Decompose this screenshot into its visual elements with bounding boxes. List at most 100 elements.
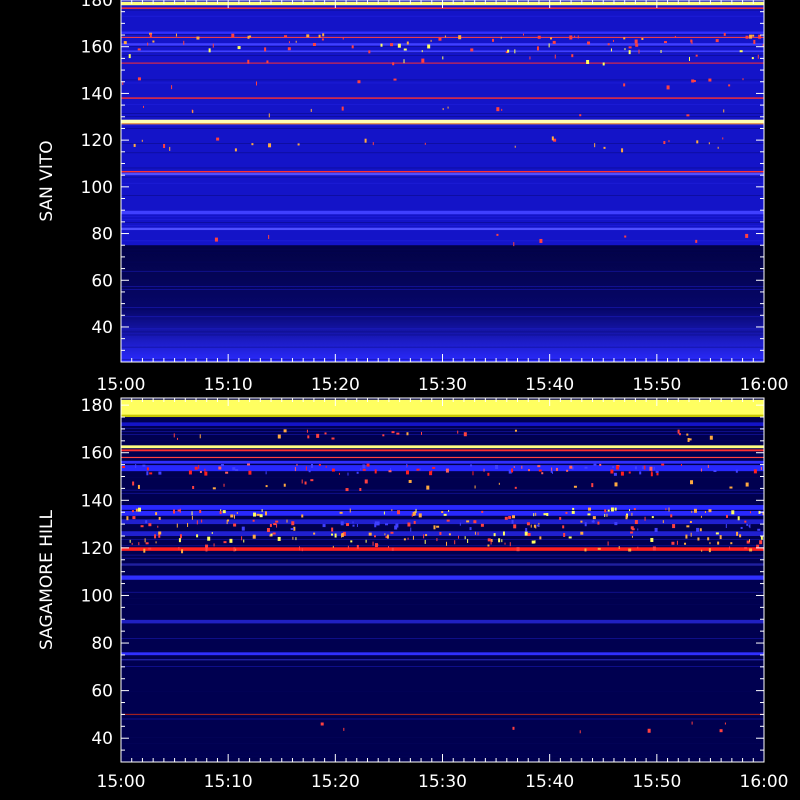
speckle: [418, 513, 422, 518]
speckle: [539, 238, 543, 243]
speckle: [602, 62, 605, 66]
speckle: [492, 38, 495, 42]
speckle: [146, 471, 149, 476]
speckle: [131, 510, 134, 513]
speckle: [305, 466, 307, 471]
band: [121, 505, 764, 510]
speckle: [717, 541, 720, 545]
speckle: [599, 463, 602, 466]
speckle: [638, 49, 640, 54]
speckle: [149, 472, 153, 475]
speckle: [612, 466, 615, 469]
speckle: [383, 511, 385, 515]
band: [121, 172, 764, 176]
speckle: [693, 508, 697, 513]
speckle: [318, 463, 321, 466]
speckle: [368, 50, 371, 54]
speckle: [388, 470, 392, 473]
x-tick-label: 15:20: [311, 375, 360, 395]
texture-line: [121, 143, 764, 144]
speckle: [403, 59, 405, 64]
speckle: [132, 481, 135, 486]
speckle: [690, 480, 694, 485]
y-tick-label: 100: [81, 586, 113, 606]
speckle: [211, 532, 213, 535]
speckle: [458, 35, 462, 40]
speckle: [686, 525, 690, 528]
speckle: [269, 523, 272, 527]
speckle: [695, 239, 698, 243]
speckle: [347, 472, 349, 476]
texture-line: [121, 604, 764, 605]
speckle: [147, 42, 149, 46]
speckle: [525, 527, 528, 532]
texture-line: [121, 554, 764, 556]
texture-line: [121, 113, 764, 114]
speckle: [502, 531, 505, 536]
texture-line: [121, 307, 764, 308]
speckle: [759, 540, 763, 545]
speckle: [516, 547, 520, 552]
speckle: [143, 548, 146, 553]
speckle: [639, 471, 642, 475]
x-tick-label: 15:20: [311, 772, 360, 792]
speckle: [297, 143, 300, 146]
speckle: [571, 510, 575, 514]
speckle: [273, 523, 277, 526]
speckle: [522, 33, 524, 36]
speckle: [463, 432, 467, 437]
band: [121, 123, 764, 125]
speckle: [372, 541, 374, 546]
speckle: [647, 728, 651, 733]
speckle: [728, 84, 731, 87]
y-tick-label: 180: [81, 0, 113, 11]
speckle: [341, 533, 344, 538]
speckle: [132, 516, 136, 520]
band: [121, 563, 764, 566]
speckle: [655, 470, 659, 473]
speckle: [493, 533, 496, 537]
texture-line: [121, 249, 764, 251]
speckle: [275, 520, 279, 523]
speckle: [613, 472, 617, 476]
x-tick-label: 15:30: [418, 772, 467, 792]
speckle: [757, 528, 761, 531]
band: [121, 531, 764, 536]
speckle: [230, 514, 234, 518]
speckle: [247, 59, 250, 64]
speckle: [188, 470, 192, 475]
band: [121, 210, 764, 215]
speckle: [448, 533, 451, 536]
speckle: [237, 46, 241, 50]
texture-line: [121, 128, 764, 129]
speckle: [261, 509, 263, 513]
speckle: [474, 531, 476, 535]
speckle: [473, 520, 477, 524]
texture-line: [121, 650, 764, 652]
speckle: [709, 542, 711, 545]
speckle: [704, 511, 706, 514]
speckle: [496, 233, 499, 236]
speckle: [441, 511, 444, 514]
y-tick-label: 100: [81, 178, 113, 198]
speckle: [316, 433, 320, 438]
speckle: [625, 515, 628, 520]
speckle: [552, 40, 556, 44]
speckle: [158, 471, 162, 475]
speckle: [141, 139, 143, 142]
x-tick-label: 15:40: [525, 772, 574, 792]
speckle: [631, 512, 633, 516]
speckle: [145, 542, 149, 545]
speckle: [635, 43, 639, 47]
speckle: [420, 431, 422, 435]
band: [121, 62, 764, 64]
speckle: [696, 527, 700, 532]
speckle: [360, 468, 362, 471]
speckle: [690, 532, 692, 537]
texture-line: [121, 492, 764, 494]
speckle: [276, 523, 278, 528]
speckle: [380, 43, 383, 47]
speckle: [122, 466, 126, 469]
speckle: [253, 512, 257, 517]
y-tick-label: 80: [91, 225, 113, 245]
